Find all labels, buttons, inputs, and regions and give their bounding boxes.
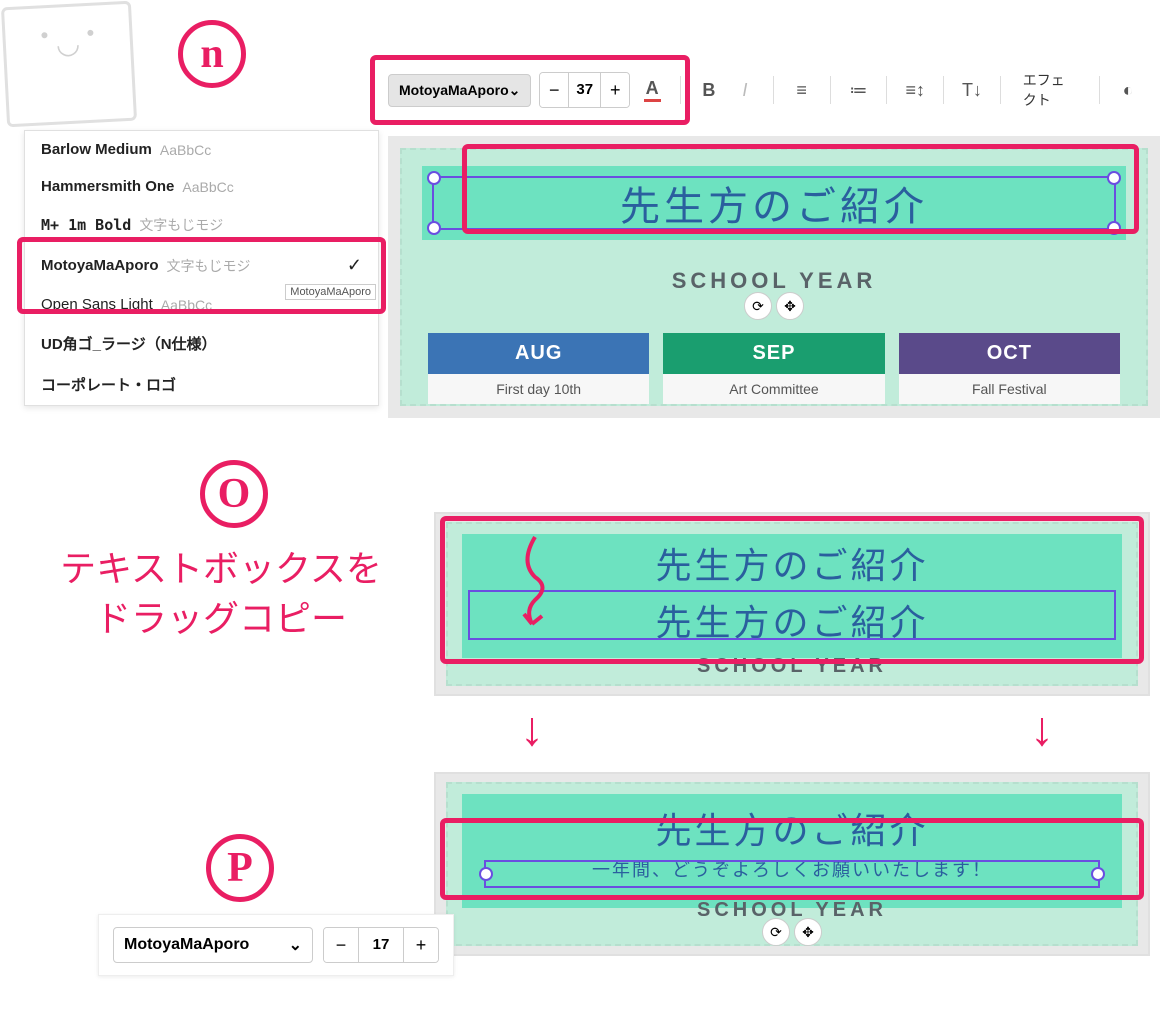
text-toolbar: MotoyaMaAporo ⌄ − 37 + A B I ≡ ≔ ≡↕ T↓ エ… [370,55,1160,125]
text-toolbar-p: MotoyaMaAporo ⌄ − 17 + [98,914,454,976]
text-color-button[interactable]: A [638,72,666,108]
title-banner[interactable]: 先生方のご紹介 [422,166,1126,240]
month-column[interactable]: OCT Fall Festival [899,333,1120,404]
chevron-down-icon: ⌄ [509,82,521,99]
font-size-stepper: − 37 + [539,72,630,108]
placeholder-smiley-icon: ◡ [1,1,137,128]
curly-arrow-icon [500,532,570,642]
font-size-decrease[interactable]: − [540,73,568,107]
month-column[interactable]: SEP Art Committee [663,333,884,404]
font-tooltip: MotoyaMaAporo [285,284,376,300]
refresh-icon[interactable]: ⟳ [744,292,772,320]
font-family-value: MotoyaMaAporo [399,82,509,98]
step-marker-n: n [178,20,246,88]
font-family-value: MotoyaMaAporo [124,936,249,954]
check-icon: ✓ [347,255,362,276]
effects-button[interactable]: エフェクト [1015,70,1085,110]
refresh-icon[interactable]: ⟳ [762,918,790,946]
canvas-preview-o2[interactable]: 先生方のご紹介 一年間、どうぞよろしくお願いいたします！ SCHOOL YEAR… [434,772,1150,956]
down-arrow-icon: ↓ [520,702,544,757]
font-size-decrease[interactable]: − [324,928,358,962]
font-option[interactable]: Barlow Medium AaBbCc [25,131,378,168]
move-icon[interactable]: ✥ [776,292,804,320]
month-column[interactable]: AUG First day 10th [428,333,649,404]
font-family-dropdown: Barlow Medium AaBbCc Hammersmith One AaB… [24,130,379,406]
canvas-preview-n[interactable]: 先生方のご紹介 SCHOOL YEAR ⟳ ✥ AUG First day 10… [388,136,1160,418]
title-banner[interactable]: 先生方のご紹介 一年間、どうぞよろしくお願いいたします！ [462,794,1122,908]
align-button[interactable]: ≡ [788,72,816,108]
step-marker-p: P [206,834,274,902]
subtitle-text[interactable]: SCHOOL YEAR [402,268,1146,294]
animation-icon[interactable]: ◐ [1114,72,1142,108]
font-size-stepper: − 17 + [323,927,439,963]
down-arrow-icon: ↓ [1030,702,1054,757]
font-size-value[interactable]: 37 [568,73,601,107]
subtitle-text: SCHOOL YEAR [448,655,1136,678]
font-size-increase[interactable]: + [601,73,629,107]
title-text[interactable]: 先生方のご紹介 [462,794,1122,854]
step-marker-o: O [200,460,268,528]
italic-button[interactable]: I [731,72,759,108]
font-option-selected[interactable]: MotoyaMaAporo 文字もじモジ ✓ MotoyaMaAporo [25,245,378,286]
font-option[interactable]: M+ 1m Bold 文字もじモジ [25,205,378,245]
chevron-down-icon: ⌄ [289,935,302,955]
bold-button[interactable]: B [695,72,723,108]
font-option[interactable]: コーポレート・ロゴ [25,364,378,405]
font-option[interactable]: Hammersmith One AaBbCc [25,168,378,205]
list-button[interactable]: ≔ [844,72,872,108]
spacing-button[interactable]: ≡↕ [901,72,929,108]
annotation-text: テキストボックスを ドラッグコピー [16,544,426,645]
font-option[interactable]: UD角ゴ_ラージ（N仕様） [25,323,378,364]
move-icon[interactable]: ✥ [794,918,822,946]
font-family-select[interactable]: MotoyaMaAporo ⌄ [388,74,531,107]
font-size-increase[interactable]: + [404,928,438,962]
vertical-text-button[interactable]: T↓ [958,72,986,108]
font-size-value[interactable]: 17 [358,928,404,962]
font-family-select[interactable]: MotoyaMaAporo ⌄ [113,927,313,963]
